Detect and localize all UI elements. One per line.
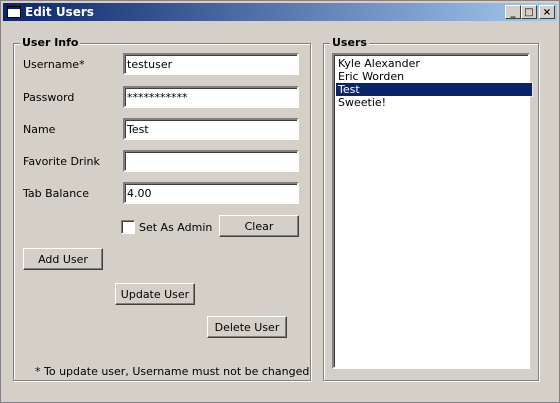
tab-balance-label: Tab Balance: [23, 187, 89, 200]
minimize-button[interactable]: _: [505, 5, 521, 19]
window-title: Edit Users: [25, 5, 94, 19]
edit-users-window: Edit Users _ □ × User Info Username* Pas…: [0, 0, 560, 403]
update-note: * To update user, Username must not be c…: [35, 365, 310, 378]
add-user-button[interactable]: Add User: [23, 248, 103, 270]
window-icon: [7, 6, 21, 18]
favorite-drink-field[interactable]: [123, 150, 299, 172]
list-item[interactable]: Eric Worden: [336, 70, 532, 83]
tab-balance-field[interactable]: [123, 182, 299, 204]
name-field[interactable]: [123, 118, 299, 140]
users-legend: Users: [330, 36, 369, 49]
update-user-button[interactable]: Update User: [115, 283, 195, 305]
password-label: Password: [23, 91, 75, 104]
set-as-admin-checkbox[interactable]: [121, 220, 135, 234]
favorite-drink-label: Favorite Drink: [23, 155, 100, 168]
users-listbox[interactable]: Kyle Alexander Eric Worden Test Sweetie!: [332, 53, 533, 369]
close-button[interactable]: ×: [539, 5, 555, 19]
user-info-legend: User Info: [20, 36, 81, 49]
password-field[interactable]: [123, 86, 299, 108]
set-as-admin-label: Set As Admin: [139, 221, 213, 234]
username-field[interactable]: [123, 53, 299, 75]
list-item-selected[interactable]: Test: [335, 82, 533, 97]
delete-user-button[interactable]: Delete User: [207, 316, 287, 338]
name-label: Name: [23, 123, 56, 136]
title-bar[interactable]: Edit Users _ □ ×: [3, 3, 557, 21]
list-item[interactable]: Kyle Alexander: [336, 57, 532, 70]
clear-button[interactable]: Clear: [219, 215, 299, 237]
maximize-button[interactable]: □: [521, 5, 537, 19]
username-label: Username*: [23, 58, 85, 71]
list-item[interactable]: Sweetie!: [336, 96, 532, 109]
